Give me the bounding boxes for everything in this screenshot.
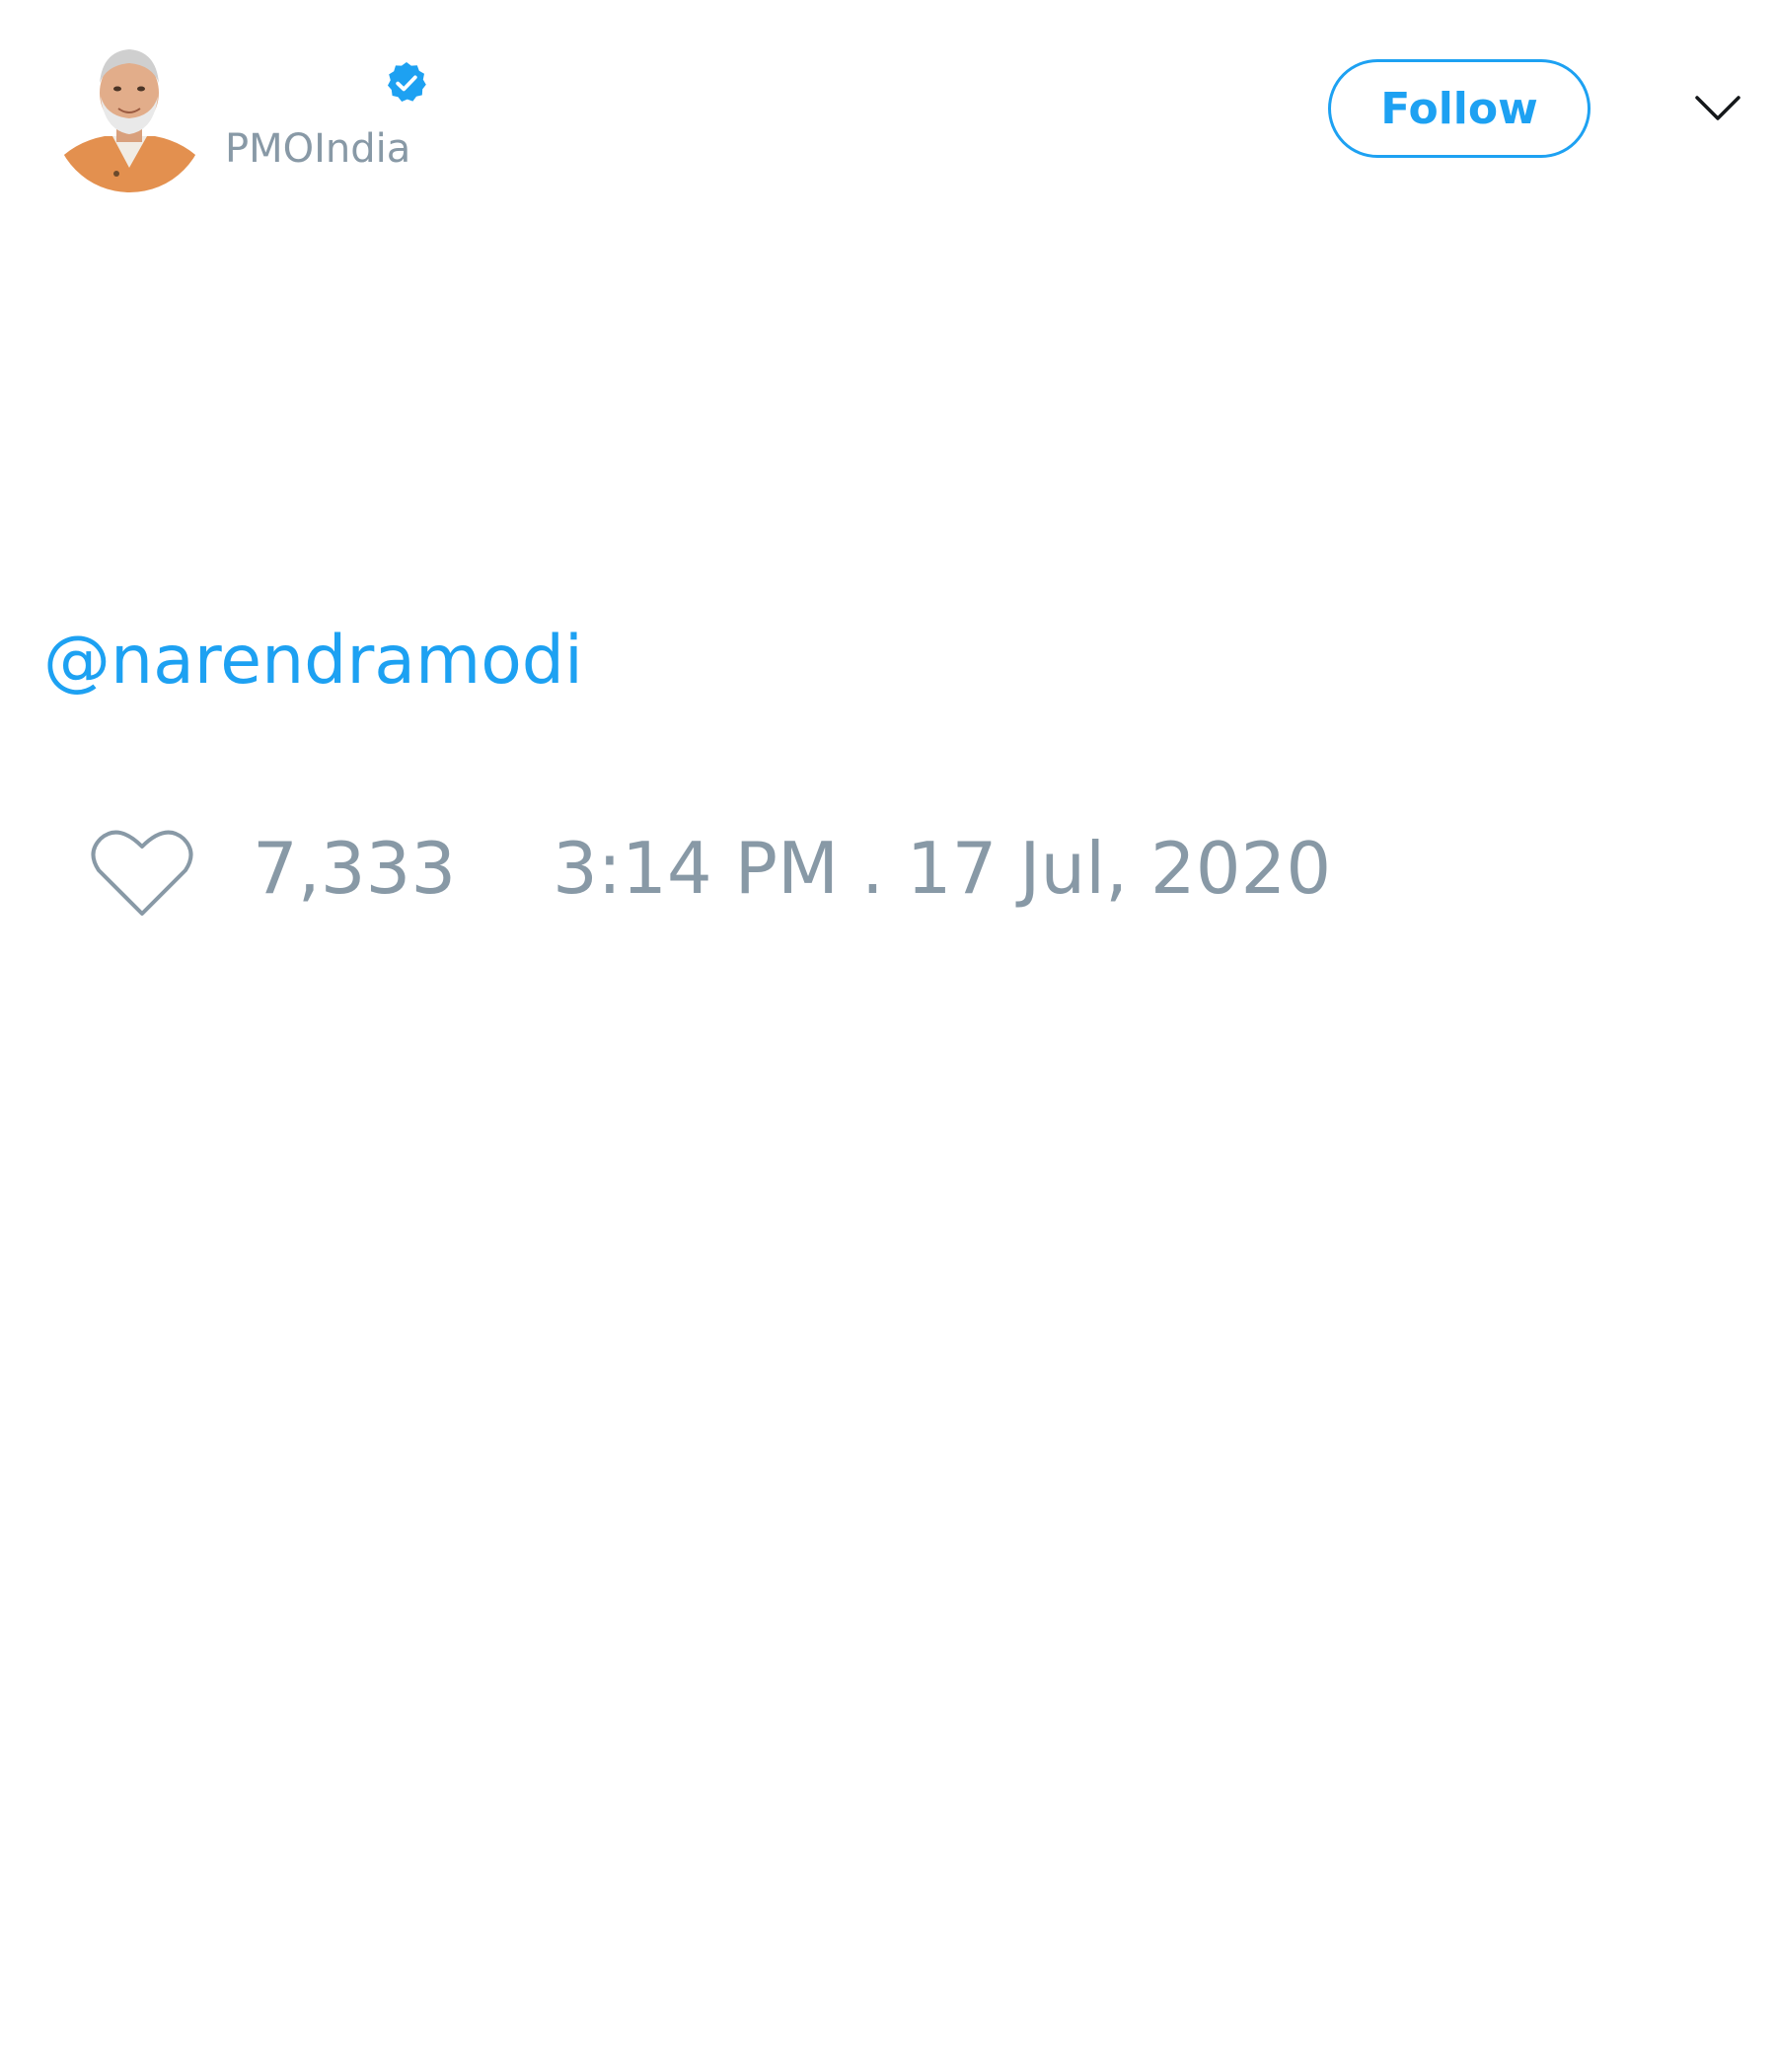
user-handle[interactable]: PMOIndia	[225, 126, 410, 172]
chevron-down-icon[interactable]	[1693, 89, 1742, 128]
avatar-portrait	[53, 39, 206, 192]
follow-button[interactable]: Follow	[1328, 59, 1591, 158]
mention-link[interactable]: @narendramodi	[43, 622, 583, 700]
avatar[interactable]	[53, 39, 206, 192]
verified-badge-icon	[388, 62, 426, 102]
heart-icon[interactable]	[89, 825, 195, 920]
tweet-card: PMOIndia Follow @narendramodi 7,333 3:14…	[0, 0, 1776, 2072]
like-count: 7,333	[253, 827, 457, 910]
tweet-timestamp[interactable]: 3:14 PM . 17 Jul, 2020	[553, 827, 1331, 910]
